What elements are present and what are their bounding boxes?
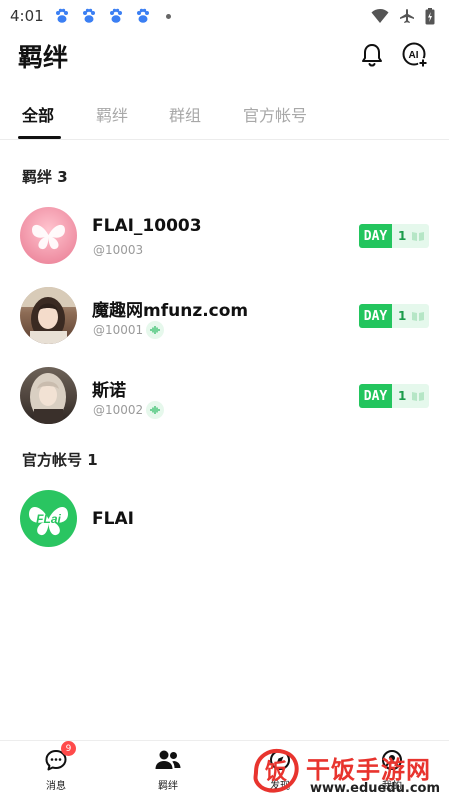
list-item[interactable]: FLAI_10003 @10003 DAY 1 [0,197,449,275]
flai-logo-text: FLai [36,512,61,526]
tab-official[interactable]: 官方帐号 [243,102,307,126]
day-count: 1 [398,309,407,323]
tab-groups[interactable]: 群组 [169,102,201,126]
notification-dot [165,13,171,19]
ai-add-button[interactable]: AI [400,40,430,70]
voice-icon [146,401,164,419]
page-title: 羁绊 [18,43,69,72]
avatar [20,287,77,344]
day-count: 1 [398,389,407,403]
app-header: 羁绊 AI [0,32,449,78]
day-badge: DAY 1 [359,384,429,408]
list-item[interactable]: 斯诺 @10002 DAY 1 [0,357,449,435]
site-watermark: 饭 干饭手游网 www.eduedu.com [248,740,448,800]
day-badge: DAY 1 [359,304,429,328]
anime-girl-avatar-icon [20,287,77,344]
tab-bar: 全部 羁绊 群组 官方帐号 [0,94,449,140]
battery-icon [425,7,435,24]
nav-label: 羁绊 [158,781,178,792]
status-time: 4:01 [10,7,44,25]
list-item[interactable]: FLai FLAI [0,480,449,558]
contact-handle: @10002 [93,403,144,417]
watermark-logo: 饭 [253,749,299,793]
watermark-url: www.eduedu.com [310,781,441,796]
people-icon [155,750,181,769]
avatar [20,207,77,264]
tab-indicator [18,136,61,139]
nav-bonds[interactable]: 羁绊 [138,747,198,797]
day-count: 1 [398,229,407,243]
day-label: DAY [359,304,392,328]
day-label: DAY [359,224,392,248]
baidu-paw-icon [55,8,68,23]
anime-girl-avatar-icon [30,373,66,424]
tab-all[interactable]: 全部 [22,102,54,126]
contact-handle: @10003 [93,243,144,257]
watermark-logo-letter: 饭 [265,759,287,785]
baidu-paw-icon [136,8,149,23]
baidu-paw-icon [82,8,95,23]
contact-name: FLAI [92,509,134,529]
book-icon [412,312,425,321]
contact-name: 魔趣网mfunz.com [92,301,249,321]
bell-icon [362,44,382,67]
flai-logo: FLai [20,490,77,547]
list-item[interactable]: 魔趣网mfunz.com @10001 DAY 1 [0,277,449,355]
ai-add-icon: AI [402,42,428,68]
nav-label: 消息 [46,781,66,792]
contact-handle: @10001 [93,323,144,337]
baidu-paw-icon [109,8,122,23]
notifications-button[interactable] [357,40,387,70]
day-label: DAY [359,384,392,408]
tab-bonds[interactable]: 羁绊 [96,102,128,126]
book-icon [412,392,425,401]
nav-messages[interactable]: 9 消息 [26,741,86,797]
section-title-bonds: 羁绊 3 [22,168,68,186]
butterfly-icon [32,224,65,250]
voice-icon [146,321,164,339]
flai-logo-icon: FLai [29,507,68,536]
avatar [20,367,77,424]
day-badge: DAY 1 [359,224,429,248]
ai-label: AI [409,50,419,61]
contact-name: FLAI_10003 [92,216,202,236]
airplane-icon [400,9,414,23]
unread-badge: 9 [61,741,76,756]
watermark-text: 干饭手游网 [306,756,431,784]
section-title-official: 官方帐号 1 [22,451,98,469]
book-icon [412,232,425,241]
wifi-icon [371,8,389,23]
status-bar: 4:01 [0,0,449,32]
contact-name: 斯诺 [92,381,126,401]
